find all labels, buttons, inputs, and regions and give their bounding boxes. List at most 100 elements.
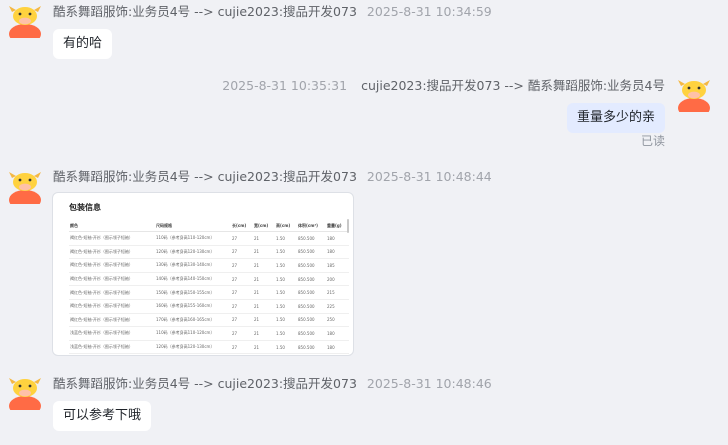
table-header-cell: 体积(cm³)	[297, 220, 326, 232]
table-header-cell: 长(cm)	[231, 220, 253, 232]
table-cell: 850.500	[297, 272, 326, 287]
table-cell: 浅蓝色-短袖-开衫（图示领子短袖）	[69, 326, 155, 341]
table-row: 褐红色-短袖-开衫（图示领子短袖） 160码（参考身高155-160cm） 27 21…	[69, 299, 349, 314]
table-cell: 1.50	[275, 231, 297, 246]
table-cell: 21	[253, 285, 275, 300]
table-cell: 27	[231, 285, 253, 300]
table-row: 褐红色-短袖-开衫（图示领子短袖） 140码（参考身高140-150cm） 27 21…	[69, 272, 349, 287]
table-cell: 21	[253, 340, 275, 355]
image-title: 包装信息	[69, 203, 101, 212]
message-bubble[interactable]: 有的哈	[53, 29, 113, 59]
table-cell: 27	[231, 313, 253, 328]
table-cell: 1.50	[275, 285, 297, 300]
table-cell: 225	[326, 299, 349, 314]
table-cell: 850.500	[297, 353, 326, 355]
table-cell: 130码（参考身高130-140cm）	[155, 353, 231, 355]
timestamp: 2025-8-31 10:34:59	[366, 4, 492, 19]
table-cell: 1.50	[275, 326, 297, 341]
table-row: 浅蓝色-短袖-开衫（图示领子短袖） 110码（参考身高110-120cm） 27 21…	[69, 326, 349, 341]
table-cell: 1.50	[275, 313, 297, 328]
message-header: 2025-8-31 10:35:31 cujie2023:搜品开发073 --> …	[222, 78, 665, 94]
table-cell: 21	[253, 272, 275, 287]
table-cell: 140码（参考身高140-150cm）	[155, 272, 231, 287]
timestamp: 2025-8-31 10:48:46	[366, 376, 492, 391]
table-cell: 120码（参考身高120-130cm）	[155, 245, 231, 260]
table-cell: 850.500	[297, 285, 326, 300]
table-cell: 110码（参考身高110-120cm）	[155, 326, 231, 341]
table-cell: 浅蓝色-短袖-开衫（图示领子短袖）	[69, 340, 155, 355]
sender-route: 酷系舞蹈服饰:业务员4号 --> cujie2023:搜品开发073	[53, 376, 357, 391]
read-status: 已读	[640, 134, 665, 148]
table-cell: 21	[253, 299, 275, 314]
table-cell: 1.50	[275, 353, 297, 355]
table-row: 浅蓝色-短袖-开衫（图示领子短袖）130码（参考身高130-140cm）2721…	[69, 353, 349, 355]
table-cell: 褐红色-短袖-开衫（图示领子短袖）	[69, 258, 155, 273]
avatar[interactable]	[7, 374, 43, 410]
image-scrollbar	[347, 219, 349, 233]
image-attachment[interactable]: 包装信息 颜色 尺码规格 长(cm) 宽(cm) 高(cm) 体积(cm³) 重量(g) 褐…	[52, 192, 354, 356]
table-cell: 200	[326, 272, 349, 287]
table-cell: 褐红色-短袖-开衫（图示领子短袖）	[69, 231, 155, 246]
message-bubble[interactable]: 可以参考下哦	[53, 401, 152, 431]
table-cell: 110码（参考身高110-120cm）	[155, 231, 231, 246]
table-cell: 850.500	[297, 340, 326, 355]
table-cell: 21	[253, 231, 275, 246]
table-cell: 21	[253, 326, 275, 341]
table-cell: 21	[253, 313, 275, 328]
package-info-table: 颜色 尺码规格 长(cm) 宽(cm) 高(cm) 体积(cm³) 重量(g) 褐红色-短袖…	[69, 220, 349, 355]
table-cell: 185	[326, 258, 349, 273]
table-cell: 120码（参考身高120-130cm）	[155, 340, 231, 355]
table-cell: 21	[253, 245, 275, 260]
table-cell: 850.500	[297, 231, 326, 246]
table-row: 褐红色-短袖-开衫（图示领子短袖） 150码（参考身高150-155cm） 27 21…	[69, 285, 349, 300]
table-cell: 27	[231, 299, 253, 314]
table-cell: 1.50	[275, 245, 297, 260]
table-cell: 21	[253, 353, 275, 355]
avatar[interactable]	[676, 76, 712, 112]
table-cell: 褐红色-短袖-开衫（图示领子短袖）	[69, 299, 155, 314]
table-cell: 170码（参考身高160-165cm）	[155, 313, 231, 328]
table-cell: 21	[253, 258, 275, 273]
table-cell: 850.500	[297, 245, 326, 260]
avatar[interactable]	[7, 168, 43, 204]
table-header-cell: 尺码规格	[155, 220, 231, 232]
sender-route: 酷系舞蹈服饰:业务员4号 --> cujie2023:搜品开发073	[53, 169, 357, 184]
table-cell: 27	[231, 353, 253, 355]
table-cell: 180	[326, 245, 349, 260]
sender-route: 酷系舞蹈服饰:业务员4号 --> cujie2023:搜品开发073	[53, 4, 357, 19]
table-cell: 27	[231, 231, 253, 246]
table-cell: 1.50	[275, 340, 297, 355]
timestamp: 2025-8-31 10:48:44	[366, 169, 492, 184]
message-header: 酷系舞蹈服饰:业务员4号 --> cujie2023:搜品开发073 2025-8…	[53, 376, 492, 392]
message-header: 酷系舞蹈服饰:业务员4号 --> cujie2023:搜品开发073 2025-8…	[53, 4, 492, 20]
table-cell: 850.500	[297, 258, 326, 273]
table-header-cell: 颜色	[69, 220, 155, 232]
table-cell: 褐红色-短袖-开衫（图示领子短袖）	[69, 245, 155, 260]
table-cell: 27	[231, 258, 253, 273]
table-cell: 27	[231, 340, 253, 355]
table-cell: 250	[326, 313, 349, 328]
table-cell: 27	[231, 326, 253, 341]
avatar[interactable]	[7, 2, 43, 38]
table-header-cell: 宽(cm)	[253, 220, 275, 232]
table-row: 浅蓝色-短袖-开衫（图示领子短袖） 120码（参考身高120-130cm） 27 21…	[69, 340, 349, 355]
table-cell: 褐红色-短袖-开衫（图示领子短袖）	[69, 313, 155, 328]
message-bubble[interactable]: 重量多少的亲	[566, 103, 665, 133]
table-cell: 215	[326, 285, 349, 300]
table-cell: 180	[326, 231, 349, 246]
table-cell: 850.500	[297, 299, 326, 314]
table-cell: 27	[231, 245, 253, 260]
table-cell: 27	[231, 272, 253, 287]
table-cell: 1.50	[275, 299, 297, 314]
table-row: 褐红色-短袖-开衫（图示领子短袖） 120码（参考身高120-130cm） 27 21…	[69, 245, 349, 260]
table-cell: 150码（参考身高150-155cm）	[155, 285, 231, 300]
table-cell: 1.50	[275, 272, 297, 287]
table-cell: 1.50	[275, 258, 297, 273]
table-row: 褐红色-短袖-开衫（图示领子短袖） 110码（参考身高110-120cm） 27 21…	[69, 231, 349, 246]
table-cell: 褐红色-短袖-开衫（图示领子短袖）	[69, 285, 155, 300]
table-cell: 180	[326, 326, 349, 341]
message-header: 酷系舞蹈服饰:业务员4号 --> cujie2023:搜品开发073 2025-8…	[53, 169, 492, 185]
table-cell: 185	[326, 353, 349, 355]
table-cell: 褐红色-短袖-开衫（图示领子短袖）	[69, 272, 155, 287]
table-cell: 浅蓝色-短袖-开衫（图示领子短袖）	[69, 353, 155, 355]
